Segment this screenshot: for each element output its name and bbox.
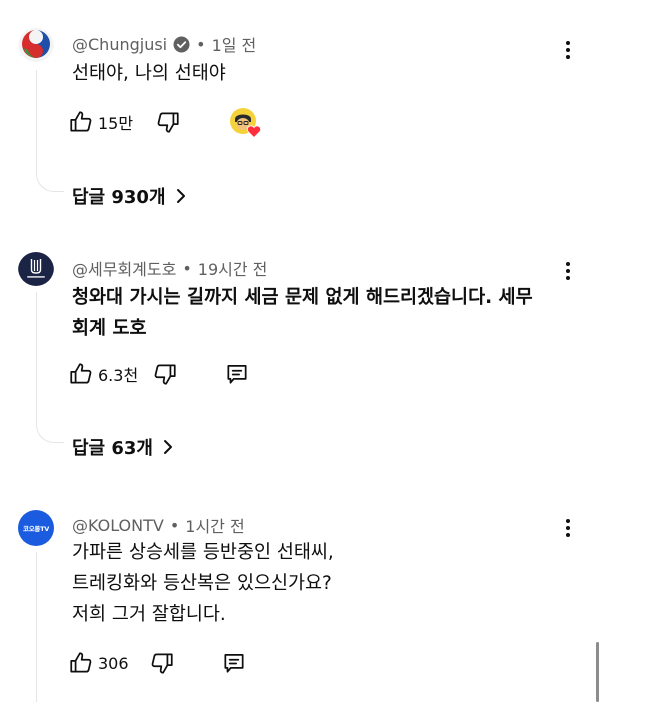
avatar[interactable] — [18, 252, 54, 288]
comment-time[interactable]: 19시간 전 — [198, 256, 268, 280]
kebab-dot — [566, 276, 570, 280]
comment-time[interactable]: 1시간 전 — [185, 513, 244, 537]
author-name[interactable]: @Chungjusi — [72, 35, 167, 54]
like-count: 6.3천 — [98, 366, 139, 385]
dislike-button[interactable] — [155, 106, 181, 138]
verified-check-icon — [173, 36, 190, 53]
kebab-dot — [566, 519, 570, 523]
kebab-dot — [566, 533, 570, 537]
comment-line: 저희 그거 잘합니다. — [72, 604, 226, 625]
thread-curve — [36, 172, 64, 192]
kebab-dot — [566, 526, 570, 530]
comment-line: 가파른 상승세를 등반중인 선태씨, — [72, 542, 334, 563]
thread-line — [36, 292, 37, 425]
comment-body: 선태야, 나의 선태야 — [72, 58, 226, 89]
comment-meta: @Chungjusi • 1일 전 — [72, 32, 256, 56]
thumbs-up-icon — [68, 109, 94, 135]
replies-toggle[interactable]: 답글 63개 — [72, 434, 173, 460]
tax-office-logo-icon — [18, 252, 54, 288]
comment-line: 회계 도호 — [72, 318, 147, 339]
more-actions-button[interactable] — [558, 258, 578, 284]
meta-separator: • — [196, 34, 206, 54]
dislike-button[interactable] — [152, 358, 178, 390]
comment-body: 가파른 상승세를 등반중인 선태씨, 트레킹화와 등산복은 있으신가요? 저희 … — [72, 537, 334, 630]
kebab-dot — [566, 48, 570, 52]
author-name[interactable]: @세무회계도호 — [72, 256, 176, 280]
like-button[interactable]: 306 — [68, 647, 129, 679]
reply-comment-icon — [224, 361, 250, 387]
more-actions-button[interactable] — [558, 515, 578, 541]
scrollbar-thumb[interactable] — [596, 642, 599, 702]
comment-body: 청와대 가시는 길까지 세금 문제 없게 해드리겠습니다. 세무 회계 도호 — [72, 282, 533, 344]
reply-comment-icon — [221, 650, 247, 676]
comment-line: 청와대 가시는 길까지 세금 문제 없게 해드리겠습니다. 세무 — [72, 287, 533, 308]
thumbs-up-icon — [68, 650, 94, 676]
kebab-dot — [566, 41, 570, 45]
chevron-right-icon — [176, 188, 186, 204]
thumbs-up-icon — [68, 361, 94, 387]
thumbs-down-icon — [152, 361, 178, 387]
more-actions-button[interactable] — [558, 37, 578, 63]
comment-meta: @KOLONTV • 1시간 전 — [72, 513, 245, 537]
thread-line — [36, 552, 37, 702]
comment-actions: 15만 — [68, 106, 181, 138]
comment-actions: 306 — [68, 647, 247, 679]
thread-curve — [36, 423, 64, 443]
kebab-dot — [566, 262, 570, 266]
thread-line — [36, 70, 37, 174]
author-name[interactable]: @KOLONTV — [72, 516, 164, 535]
reply-button[interactable] — [221, 647, 247, 679]
replies-label: 답글 63개 — [72, 438, 153, 459]
dislike-button[interactable] — [149, 647, 175, 679]
like-button[interactable]: 6.3천 — [68, 358, 138, 390]
like-button[interactable]: 15만 — [68, 106, 133, 138]
comment-meta: @세무회계도호 • 19시간 전 — [72, 256, 267, 280]
meta-separator: • — [182, 258, 192, 278]
thumbs-down-icon — [155, 109, 181, 135]
kolon-tv-logo-icon: 코오롱TV — [23, 525, 49, 533]
reply-button[interactable] — [224, 358, 250, 390]
creator-heart-badge — [230, 108, 262, 139]
avatar[interactable] — [18, 28, 54, 64]
meta-separator: • — [169, 515, 180, 535]
kebab-dot — [566, 269, 570, 273]
comment-actions: 6.3천 — [68, 358, 250, 390]
like-count: 306 — [98, 653, 129, 673]
korean-taegeuk-logo-icon — [18, 28, 54, 64]
comment-time[interactable]: 1일 전 — [212, 32, 257, 56]
comment-line: 선태야, 나의 선태야 — [72, 63, 226, 84]
thumbs-down-icon — [149, 650, 175, 676]
heart-icon — [246, 123, 262, 142]
avatar[interactable]: 코오롱TV — [18, 510, 54, 546]
replies-toggle[interactable]: 답글 930개 — [72, 183, 186, 209]
replies-label: 답글 930개 — [72, 187, 166, 208]
comment-line: 트레킹화와 등산복은 있으신가요? — [72, 573, 332, 594]
like-count: 15만 — [98, 114, 134, 133]
kebab-dot — [566, 55, 570, 59]
chevron-right-icon — [163, 439, 173, 455]
